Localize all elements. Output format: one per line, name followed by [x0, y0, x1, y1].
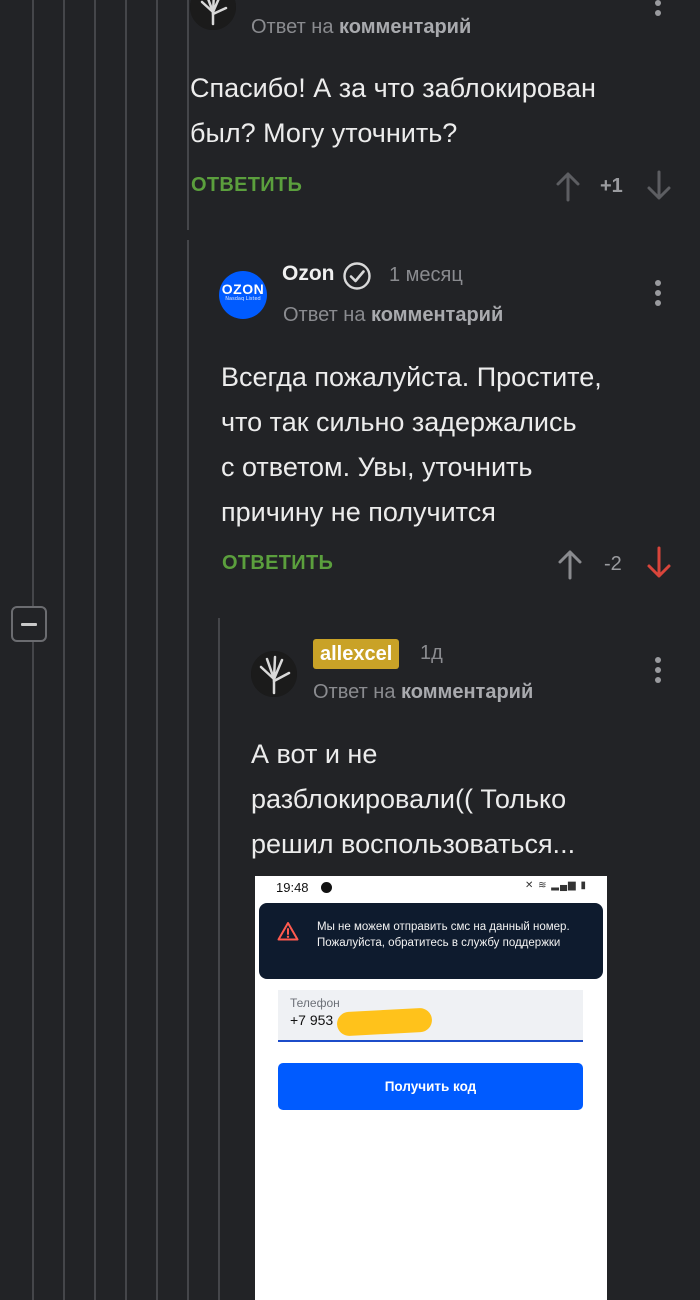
comment-text: А вот и не разблокировали(( Только решил…: [251, 739, 576, 859]
thread-line: [156, 0, 158, 1300]
more-options-icon[interactable]: [655, 0, 661, 20]
reply-target-link[interactable]: комментарий: [401, 681, 533, 703]
reply-target-link[interactable]: комментарий: [339, 16, 471, 38]
thread-branch: [187, 240, 189, 1300]
thread-line: [94, 0, 96, 1300]
thread-line: [187, 0, 189, 230]
error-toast: Мы не можем отправить смс на данный номе…: [259, 903, 603, 979]
phone-value: +7 953: [290, 1012, 334, 1028]
reply-target-link[interactable]: комментарий: [371, 304, 503, 326]
minus-icon: [21, 623, 37, 626]
author-badge[interactable]: allexcel: [313, 639, 400, 669]
reply-to-label: Ответ на комментарий: [283, 304, 504, 326]
avatar[interactable]: [190, 0, 236, 30]
status-time: 19:48: [276, 880, 309, 895]
vote-score: +1: [600, 175, 623, 197]
reply-to-label: Ответ на комментарий: [251, 16, 472, 38]
skeleton-hand-icon: [190, 0, 236, 30]
reply-button[interactable]: ОТВЕТИТЬ: [191, 174, 302, 197]
comment-text: Спасибо! А за что заблокирован был? Могу…: [190, 73, 596, 148]
more-options-icon[interactable]: [655, 280, 661, 310]
downvote-icon[interactable]: [646, 546, 672, 580]
more-options-icon[interactable]: [655, 657, 661, 687]
comment-text: Всегда пожалуйста. Простите, что так сил…: [221, 362, 602, 527]
reply-to-label: Ответ на комментарий: [313, 681, 534, 703]
comment-time[interactable]: 1д: [420, 642, 443, 665]
thread-line: [218, 618, 220, 1300]
status-icons: ✕ ≋ ▂▄▆ ▮: [524, 880, 587, 891]
get-code-button: Получить код: [278, 1063, 583, 1110]
author-name[interactable]: Ozon: [282, 262, 335, 286]
upvote-icon[interactable]: [555, 170, 581, 202]
verified-check-icon: [343, 262, 371, 290]
upvote-icon[interactable]: [557, 548, 583, 580]
avatar[interactable]: [251, 651, 297, 697]
downvote-icon[interactable]: [646, 170, 672, 202]
phone-label: Телефон: [290, 996, 340, 1010]
ozon-avatar[interactable]: OZON Nasdaq Listed: [219, 271, 267, 319]
thread-line: [125, 0, 127, 1300]
attached-screenshot[interactable]: 19:48 ✕ ≋ ▂▄▆ ▮ Мы не можем отправить см…: [255, 876, 607, 1300]
vote-score: -2: [604, 553, 622, 575]
reply-button[interactable]: ОТВЕТИТЬ: [222, 552, 333, 575]
thread-line: [32, 0, 34, 1300]
notification-dot-icon: [321, 882, 332, 893]
skeleton-hand-icon: [251, 651, 297, 697]
collapse-thread-button[interactable]: [11, 606, 47, 642]
warning-icon: [277, 922, 299, 941]
redaction-scribble: [336, 1007, 433, 1037]
thread-line: [63, 0, 65, 1300]
comment-time[interactable]: 1 месяц: [389, 264, 463, 287]
error-message: Мы не можем отправить смс на данный номе…: [317, 921, 570, 949]
